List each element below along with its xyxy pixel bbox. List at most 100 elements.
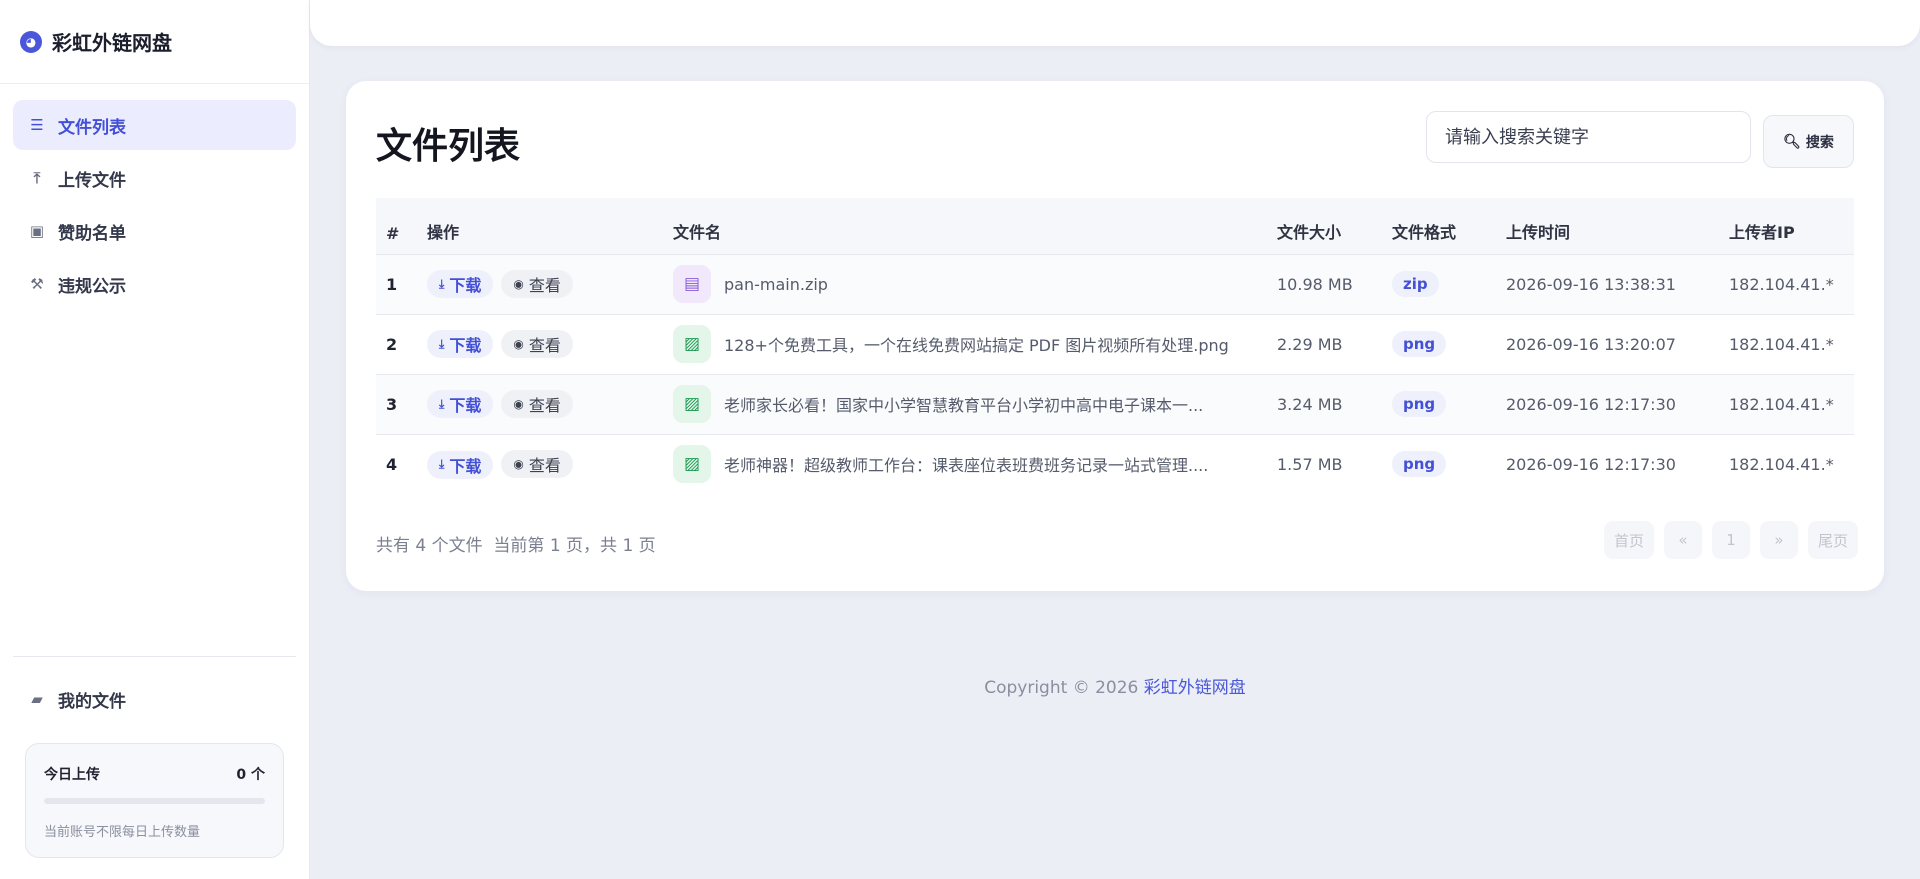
page-title: 文件列表 xyxy=(376,126,521,167)
format-badge: png xyxy=(1392,331,1447,357)
sidebar: ◕ 彩虹外链网盘 ☰ 文件列表 ⤒ 上传文件 ▣ 赞助名单 ⚒ 违规公示 ▰ 我… xyxy=(0,0,310,879)
eye-icon: ◉ xyxy=(513,276,524,291)
list-icon: ☰ xyxy=(30,116,44,134)
row-format: zip xyxy=(1382,254,1496,315)
sidebar-item-label: 赞助名单 xyxy=(58,223,126,244)
copyright-text: Copyright © 2026 xyxy=(984,678,1144,698)
table-row: 2 ⤓ 下载 ◉ 查看 ▨ 128+个免费工具，一个在线免费网站搞定 PDF 图片视频所… xyxy=(376,314,1854,375)
daily-upload-header: 今日上传 0 个 xyxy=(44,764,265,784)
eye-icon: ◉ xyxy=(513,396,524,411)
daily-upload-progress xyxy=(44,798,265,804)
row-index: 4 xyxy=(386,454,398,474)
download-button[interactable]: ⤓ 下载 xyxy=(427,450,494,479)
row-ip: 182.104.41.* xyxy=(1719,374,1854,435)
footer: Copyright © 2026 彩虹外链网盘 xyxy=(310,673,1920,698)
search-button-label: 搜索 xyxy=(1805,134,1834,151)
file-name[interactable]: 128+个免费工具，一个在线免费网站搞定 PDF 图片视频所有处理.png xyxy=(724,332,1229,356)
format-badge: png xyxy=(1392,451,1447,478)
sidebar-item-label: 文件列表 xyxy=(58,117,126,138)
column-header-size[interactable]: 文件大小 xyxy=(1267,198,1382,255)
page-last-button[interactable]: 尾页 xyxy=(1807,521,1858,559)
row-ip: 182.104.41.* xyxy=(1729,454,1834,474)
row-actions: ⤓ 下载 ◉ 查看 xyxy=(417,314,663,375)
page-next-button[interactable]: » xyxy=(1759,521,1798,559)
sidebar-item-file-list[interactable]: ☰ 文件列表 xyxy=(13,100,296,150)
row-actions: ⤓ 下载 ◉ 查看 xyxy=(417,434,663,494)
sidebar-item-upload[interactable]: ⤒ 上传文件 xyxy=(13,153,296,203)
page-first-button[interactable]: 首页 xyxy=(1603,521,1654,559)
format-badge: zip xyxy=(1392,271,1439,297)
sidebar-item-my-files[interactable]: ▰ 我的文件 xyxy=(13,675,296,723)
row-format: png xyxy=(1382,374,1496,435)
download-button[interactable]: ⤓ 下载 xyxy=(427,390,494,419)
row-index: 3 xyxy=(376,374,417,435)
download-label: 下载 xyxy=(449,276,482,296)
eye-icon: ◉ xyxy=(513,336,524,351)
search-button[interactable]: 🔍︎ 搜索 xyxy=(1763,115,1854,168)
download-label: 下载 xyxy=(449,456,482,476)
row-filename[interactable]: ▨ 老师神器！超级教师工作台：课表座位表班费班务记录一站式管理.... xyxy=(663,434,1267,494)
column-header-time[interactable]: 上传时间 xyxy=(1496,198,1719,255)
folder-open-icon: ▰ xyxy=(31,690,43,708)
row-filename[interactable]: ▨ 老师家长必看！国家中小学智慧教育平台小学初中高中电子课本一... xyxy=(663,374,1267,435)
eye-icon: ◉ xyxy=(513,457,524,471)
row-format: png xyxy=(1382,434,1496,494)
view-button[interactable]: ◉ 查看 xyxy=(501,450,573,478)
view-button[interactable]: ◉ 查看 xyxy=(501,389,573,418)
search-input[interactable] xyxy=(1426,111,1751,163)
table-row: 3 ⤓ 下载 ◉ 查看 ▨ 老师家长必看！国家中小学智慧教育平台小学初中高中电子课本一.… xyxy=(376,374,1854,435)
row-time: 2026-09-16 13:38:31 xyxy=(1496,254,1719,315)
download-button[interactable]: ⤓ 下载 xyxy=(427,270,494,299)
row-size: 10.98 MB xyxy=(1267,254,1382,315)
row-time: 2026-09-16 12:17:30 xyxy=(1496,374,1719,435)
download-button[interactable]: ⤓ 下载 xyxy=(427,330,494,359)
download-icon: ⤓ xyxy=(439,336,445,351)
column-header-format[interactable]: 文件格式 xyxy=(1382,198,1496,255)
file-name[interactable]: pan-main.zip xyxy=(724,275,828,294)
gauge-icon: ◕ xyxy=(20,30,42,53)
pagination-info: 共有 4 个文件 当前第 1 页，共 1 页 xyxy=(376,536,656,556)
download-icon: ⤓ xyxy=(439,396,445,411)
page-prev-button[interactable]: « xyxy=(1663,521,1702,559)
sidebar-nav: ☰ 文件列表 ⤒ 上传文件 ▣ 赞助名单 ⚒ 违规公示 xyxy=(0,84,309,309)
sidebar-divider xyxy=(13,656,296,657)
search-icon: 🔍︎ xyxy=(1783,133,1801,150)
row-size: 3.24 MB xyxy=(1267,374,1382,435)
row-filename[interactable]: ▤ pan-main.zip xyxy=(663,254,1267,315)
download-label: 下载 xyxy=(449,336,482,356)
column-header-index: # xyxy=(376,198,417,255)
row-size: 2.29 MB xyxy=(1267,314,1382,375)
view-button[interactable]: ◉ 查看 xyxy=(501,269,573,298)
row-index: 1 xyxy=(376,254,417,315)
column-header-actions: 操作 xyxy=(417,198,663,255)
brand-name: 彩虹外链网盘 xyxy=(52,31,172,55)
daily-upload-count: 0 个 xyxy=(236,767,265,783)
gavel-icon: ⚒ xyxy=(30,275,44,293)
sidebar-item-violations[interactable]: ⚒ 违规公示 xyxy=(13,259,296,309)
row-ip: 182.104.41.* xyxy=(1719,314,1854,375)
brand[interactable]: ◕ 彩虹外链网盘 xyxy=(0,0,309,84)
footer-brand-link[interactable]: 彩虹外链网盘 xyxy=(1144,678,1246,698)
row-filename[interactable]: ▨ 128+个免费工具，一个在线免费网站搞定 PDF 图片视频所有处理.png xyxy=(663,314,1267,375)
download-label: 下载 xyxy=(449,396,482,416)
view-label: 查看 xyxy=(528,456,561,475)
view-label: 查看 xyxy=(528,395,561,415)
view-button[interactable]: ◉ 查看 xyxy=(501,329,573,358)
file-name[interactable]: 老师家长必看！国家中小学智慧教育平台小学初中高中电子课本一... xyxy=(724,392,1203,416)
image-file-icon: ▨ xyxy=(673,385,711,423)
view-label: 查看 xyxy=(528,275,561,295)
column-header-ip[interactable]: 上传者IP xyxy=(1719,198,1854,255)
daily-upload-note: 当前账号不限每日上传数量 xyxy=(44,825,201,840)
zip-file-icon: ▤ xyxy=(673,265,711,303)
column-header-filename[interactable]: 文件名 xyxy=(663,198,1267,255)
table-row: 4 ⤓ 下载 ◉ 查看 ▨ 老师神器！超级教师工作台：课表座位表班费班务记录一站式管理.… xyxy=(376,434,1854,494)
upload-icon: ⤒ xyxy=(33,169,41,187)
row-time: 2026-09-16 13:20:07 xyxy=(1496,314,1719,375)
table-row: 1 ⤓ 下载 ◉ 查看 ▤ pan-main.zip 10.98 MB zip 2026… xyxy=(376,254,1854,315)
row-format: png xyxy=(1382,314,1496,375)
sidebar-item-label: 我的文件 xyxy=(58,691,126,712)
sidebar-item-sponsors[interactable]: ▣ 赞助名单 xyxy=(13,206,296,256)
file-name[interactable]: 老师神器！超级教师工作台：课表座位表班费班务记录一站式管理.... xyxy=(724,452,1208,476)
row-actions: ⤓ 下载 ◉ 查看 xyxy=(417,374,663,435)
page-current-button[interactable]: 1 xyxy=(1711,521,1750,559)
